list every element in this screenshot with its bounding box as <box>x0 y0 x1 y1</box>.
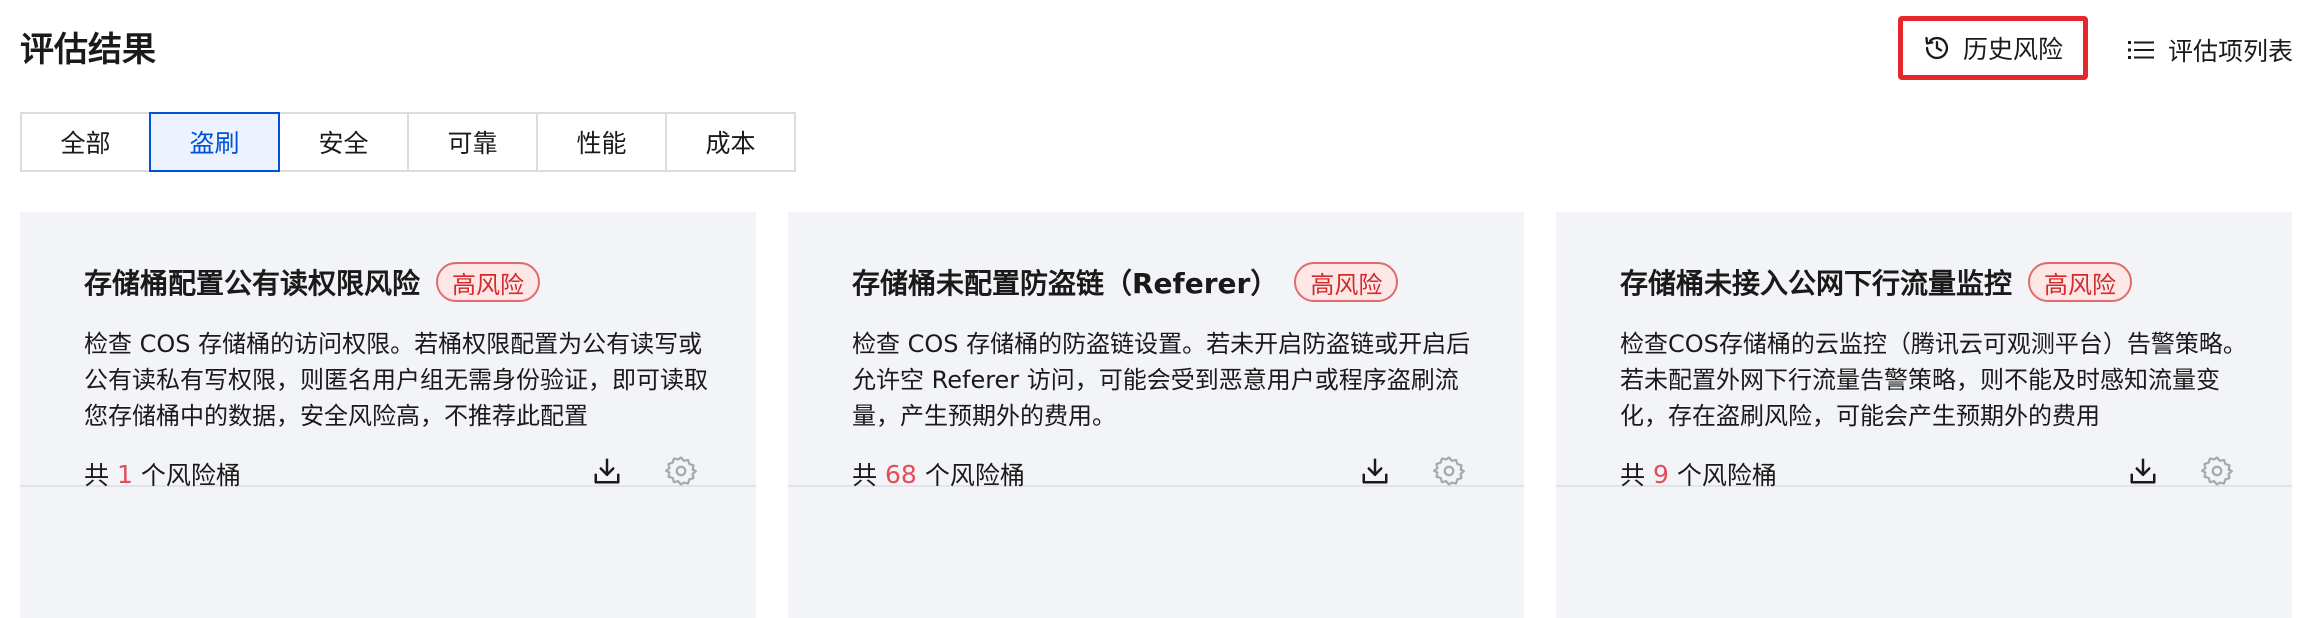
risk-bucket-count: 共 1 个风险桶 <box>84 456 241 492</box>
gear-icon[interactable] <box>2198 452 2236 490</box>
risk-bucket-count: 共 9 个风险桶 <box>1620 456 1777 492</box>
count-number: 68 <box>885 459 917 489</box>
list-icon <box>2128 38 2154 62</box>
count-prefix: 共 <box>852 461 878 490</box>
tab-fraud[interactable]: 盗刷 <box>149 112 280 172</box>
risk-level-badge: 高风险 <box>2028 262 2133 302</box>
risk-card[interactable]: 存储桶未配置防盗链（Referer） 高风险 检查 COS 存储桶的防盗链设置。… <box>788 212 1524 618</box>
card-body: 存储桶未配置防盗链（Referer） 高风险 检查 COS 存储桶的防盗链设置。… <box>788 212 1524 485</box>
page-title: 评估结果 <box>20 30 156 70</box>
card-description: 检查 COS 存储桶的防盗链设置。若未开启防盗链或开启后允许空 Referer … <box>852 330 1471 430</box>
card-description: 检查 COS 存储桶的访问权限。若桶权限配置为公有读写或公有读私有写权限，则匿名… <box>84 330 708 430</box>
card-title: 存储桶未配置防盗链（Referer） <box>852 267 1279 300</box>
card-title-row: 存储桶未接入公网下行流量监控 高风险 <box>1620 262 2272 302</box>
count-suffix: 个风险桶 <box>1676 461 1777 490</box>
gear-icon[interactable] <box>1430 452 1468 490</box>
count-prefix: 共 <box>1620 461 1646 490</box>
assessment-list-label: 评估项列表 <box>2168 37 2294 66</box>
risk-card[interactable]: 存储桶未接入公网下行流量监控 高风险 检查COS存储桶的云监控（腾讯云可观测平台… <box>1556 212 2292 618</box>
card-description: 检查COS存储桶的云监控（腾讯云可观测平台）告警策略。若未配置外网下行流量告警策… <box>1620 330 2247 430</box>
history-icon <box>1923 34 1951 62</box>
history-risk-button[interactable]: 历史风险 <box>1898 16 2088 80</box>
download-icon[interactable] <box>1358 454 1392 488</box>
card-title-row: 存储桶配置公有读权限风险 高风险 <box>84 262 736 302</box>
risk-level-badge: 高风险 <box>436 262 541 302</box>
count-suffix: 个风险桶 <box>924 461 1025 490</box>
download-icon[interactable] <box>590 454 624 488</box>
history-risk-label: 历史风险 <box>1962 35 2063 64</box>
page-header: 评估结果 历史风险 评估项列表 <box>0 0 2306 100</box>
card-title: 存储桶配置公有读权限风险 <box>84 267 421 300</box>
category-tabs: 全部 盗刷 安全 可靠 性能 成本 <box>20 112 796 172</box>
tab-all[interactable]: 全部 <box>20 112 151 172</box>
card-title-row: 存储桶未配置防盗链（Referer） 高风险 <box>852 262 1504 302</box>
download-icon[interactable] <box>2126 454 2160 488</box>
count-number: 1 <box>117 459 133 489</box>
tab-reliability[interactable]: 可靠 <box>407 112 538 172</box>
card-body: 存储桶未接入公网下行流量监控 高风险 检查COS存储桶的云监控（腾讯云可观测平台… <box>1556 212 2292 485</box>
risk-cards: 存储桶配置公有读权限风险 高风险 检查 COS 存储桶的访问权限。若桶权限配置为… <box>20 212 2292 618</box>
risk-level-badge: 高风险 <box>1294 262 1399 302</box>
tab-cost[interactable]: 成本 <box>665 112 796 172</box>
card-body: 存储桶配置公有读权限风险 高风险 检查 COS 存储桶的访问权限。若桶权限配置为… <box>20 212 756 485</box>
tab-performance[interactable]: 性能 <box>536 112 667 172</box>
risk-bucket-count: 共 68 个风险桶 <box>852 456 1025 492</box>
count-suffix: 个风险桶 <box>140 461 241 490</box>
assessment-list-button[interactable]: 评估项列表 <box>2128 30 2293 70</box>
tab-security[interactable]: 安全 <box>278 112 409 172</box>
card-title: 存储桶未接入公网下行流量监控 <box>1620 267 2013 300</box>
gear-icon[interactable] <box>662 452 700 490</box>
count-prefix: 共 <box>84 461 110 490</box>
risk-card[interactable]: 存储桶配置公有读权限风险 高风险 检查 COS 存储桶的访问权限。若桶权限配置为… <box>20 212 756 618</box>
count-number: 9 <box>1653 459 1669 489</box>
